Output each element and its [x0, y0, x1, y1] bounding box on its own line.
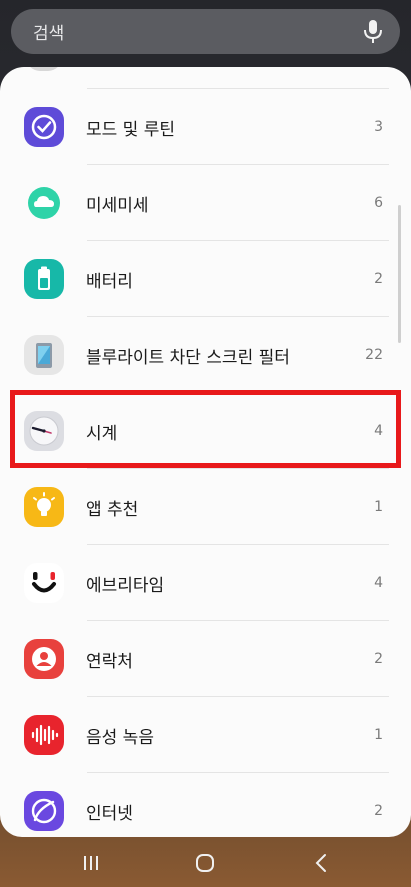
internet-icon [24, 791, 64, 831]
list-item-label: 앱 추천 [86, 499, 139, 520]
cloud-icon [24, 183, 64, 223]
list-item-label: 연락처 [86, 651, 133, 672]
contacts-icon [24, 639, 64, 679]
result-count: 2 [374, 271, 383, 287]
list-item-label: 블루라이트 차단 스크린 필터 [86, 347, 290, 368]
navigation-bar [0, 837, 411, 887]
search-placeholder: 검색 [33, 24, 65, 44]
result-count: 1 [374, 727, 383, 743]
list-item-label: 배터리 [86, 271, 133, 292]
everytime-icon [24, 563, 64, 603]
list-item-everytime[interactable]: 에브리타임 4 [0, 545, 411, 621]
list-item-bluelight-filter[interactable]: 블루라이트 차단 스크린 필터 22 [0, 317, 411, 393]
list-item-contacts[interactable]: 연락처 2 [0, 621, 411, 697]
result-count: 4 [374, 575, 383, 591]
list-item-voice-recorder[interactable]: 음성 녹음 1 [0, 697, 411, 773]
list-item-label: 모드 및 루틴 [86, 119, 176, 140]
recent-apps-icon[interactable] [78, 850, 104, 876]
list-item-label: 인터넷 [86, 803, 133, 824]
result-count: 6 [374, 195, 383, 211]
result-count: 2 [374, 803, 383, 819]
back-icon[interactable] [308, 850, 334, 876]
microphone-icon[interactable] [358, 17, 388, 47]
list-item-label: 음성 녹음 [86, 727, 154, 748]
result-count: 22 [365, 347, 383, 363]
partial-icon [26, 67, 62, 71]
bluelight-filter-icon [24, 335, 64, 375]
result-count: 1 [374, 499, 383, 515]
voice-recorder-icon [24, 715, 64, 755]
battery-icon [24, 259, 64, 299]
result-count: 3 [374, 119, 383, 135]
list-item-app-recommendation[interactable]: 앱 추천 1 [0, 469, 411, 545]
scrollbar[interactable] [398, 205, 401, 343]
lightbulb-icon [24, 487, 64, 527]
list-item-internet[interactable]: 인터넷 2 [0, 773, 411, 837]
list-item-label: 미세미세 [86, 195, 149, 216]
list-item-modes-routines[interactable]: 모드 및 루틴 3 [0, 89, 411, 165]
list-item-misemise[interactable]: 미세미세 6 [0, 165, 411, 241]
highlight-box [10, 390, 401, 468]
search-bar[interactable]: 검색 [11, 9, 400, 54]
list-item-battery[interactable]: 배터리 2 [0, 241, 411, 317]
list-item-label: 에브리타임 [86, 575, 165, 596]
home-icon[interactable] [192, 850, 218, 876]
result-count: 2 [374, 651, 383, 667]
modes-routines-icon [24, 107, 64, 147]
